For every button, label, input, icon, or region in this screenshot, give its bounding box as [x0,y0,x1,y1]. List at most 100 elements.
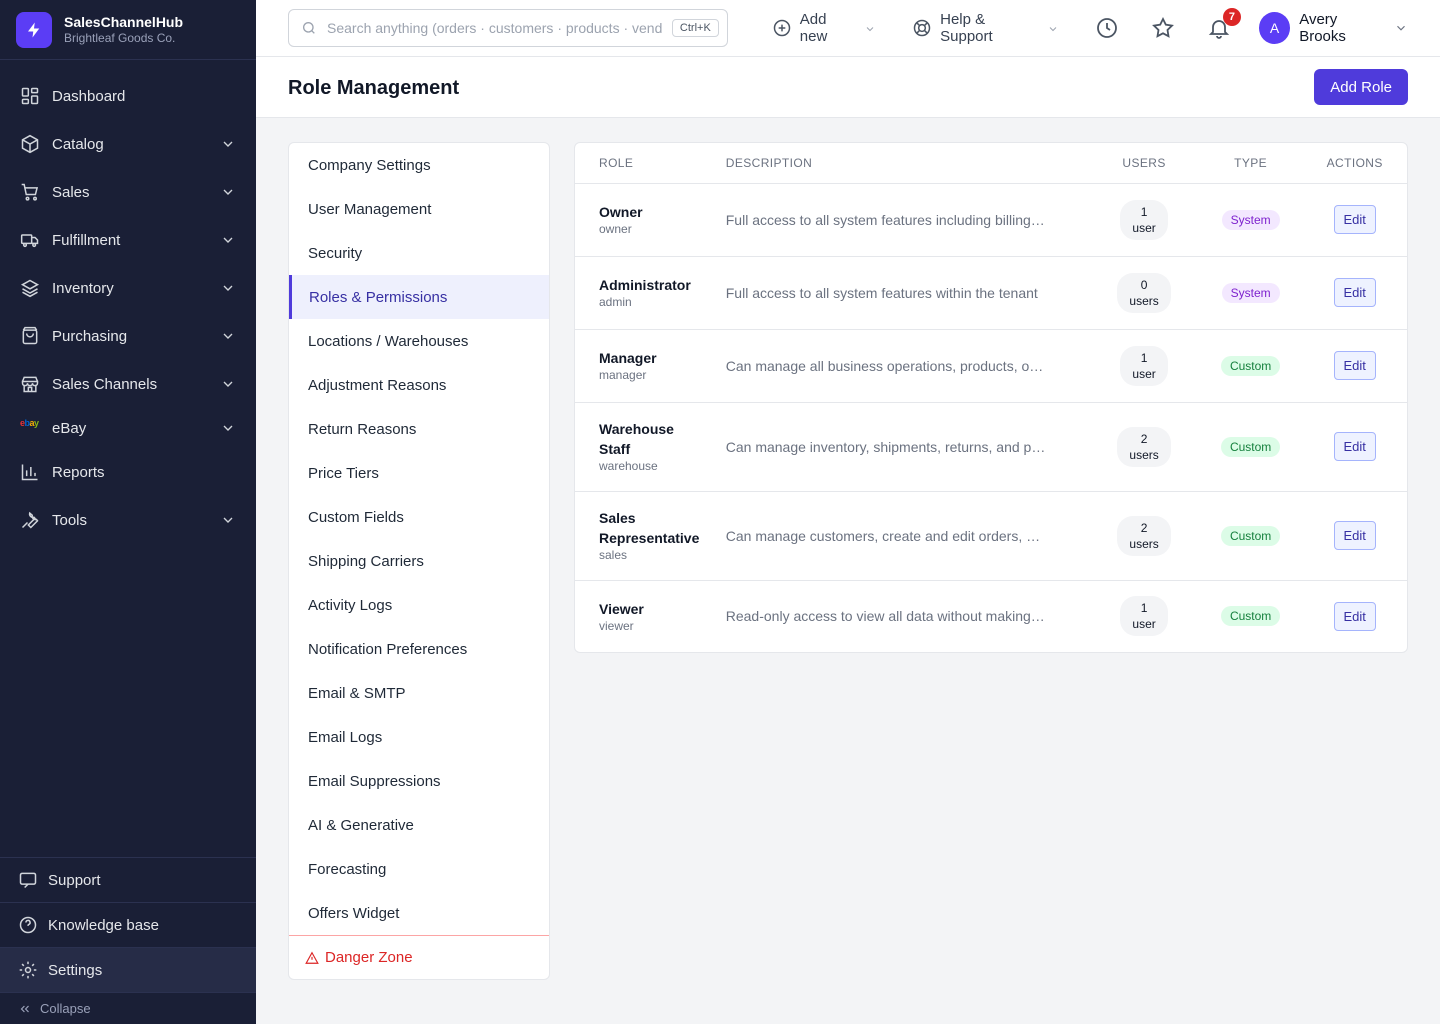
sidebar-item-catalog[interactable]: Catalog [0,120,256,168]
collapse-sidebar-button[interactable]: Collapse [0,992,256,1024]
user-menu[interactable]: A Avery Brooks [1258,11,1408,45]
chevrons-left-icon [18,1002,32,1016]
edit-role-button[interactable]: Edit [1333,601,1376,631]
sidebar-item-label: Reports [52,463,105,481]
sidebar-item-ebay[interactable]: ebay eBay [0,408,256,448]
chevron-down-icon [220,280,236,296]
sidebar-item-label: Support [48,871,101,889]
recent-history-button[interactable] [1095,16,1119,40]
role-name: Viewer [599,600,644,617]
chevron-down-icon [220,328,236,344]
role-name: Administrator [599,277,691,293]
table-row: Sales Representative sales Can manage cust… [575,491,1407,581]
settings-menu-item-ai-generative[interactable]: AI & Generative [289,803,549,847]
edit-role-button[interactable]: Edit [1333,205,1376,234]
sidebar-item-tools[interactable]: Tools [0,496,256,544]
search-icon [301,20,317,36]
sidebar-item-label: Tools [52,511,88,529]
chevron-down-icon [220,184,236,200]
help-support-button[interactable]: Help & Support [912,11,1059,45]
wrench-icon [20,510,40,530]
role-name: Owner [599,204,643,220]
sidebar-item-label: Fulfillment [52,231,121,249]
roles-table: ROLE DESCRIPTION USERS TYPE ACTIONS Owne… [575,143,1407,652]
settings-menu-item-locations-warehouses[interactable]: Locations / Warehouses [289,319,549,363]
search-shortcut: Ctrl+K [671,19,719,37]
chevron-down-icon [220,420,236,436]
search-input[interactable] [327,20,662,36]
sidebar-bottom: Support Knowledge base Settings Collapse [0,857,256,1024]
settings-menu-item-return-reasons[interactable]: Return Reasons [289,407,549,451]
danger-zone-label: Danger Zone [325,949,413,966]
bell-icon [1207,20,1231,43]
settings-menu-item-shipping-carriers[interactable]: Shipping Carriers [289,539,549,583]
bag-icon [20,326,40,346]
truck-icon [20,230,40,250]
sidebar-item-label: Settings [48,961,103,979]
edit-role-button[interactable]: Edit [1333,351,1376,380]
star-icon [1151,16,1175,43]
sidebar-item-label: Sales Channels [52,375,158,393]
sidebar-item-label: Sales [52,183,90,201]
sidebar-item-fulfillment[interactable]: Fulfillment [0,216,256,264]
global-search[interactable]: Ctrl+K [288,9,728,47]
settings-menu-item-price-tiers[interactable]: Price Tiers [289,451,549,495]
settings-menu-item-forecasting[interactable]: Forecasting [289,847,549,891]
sidebar-item-settings[interactable]: Settings [0,947,256,992]
help-circle-icon [18,915,38,935]
add-new-button[interactable]: Add new [772,11,876,45]
role-key: manager [599,368,647,382]
settings-menu-item-notification-preferences[interactable]: Notification Preferences [289,627,549,671]
notifications-button[interactable]: 7 [1207,8,1241,43]
settings-menu-item-user-management[interactable]: User Management [289,187,549,231]
settings-menu-item-offers-widget[interactable]: Offers Widget [289,891,549,935]
sidebar-item-support[interactable]: Support [0,857,256,902]
dashboard-icon [20,86,40,106]
sidebar: SalesChannelHub Brightleaf Goods Co. Das… [0,0,256,1024]
notification-count-badge: 7 [1222,8,1241,26]
users-count-badge: 1 user [1120,199,1168,240]
settings-menu-item-custom-fields[interactable]: Custom Fields [289,495,549,539]
ebay-logo: ebay [20,418,39,428]
sidebar-item-knowledge-base[interactable]: Knowledge base [0,902,256,947]
brand[interactable]: SalesChannelHub Brightleaf Goods Co. [0,0,256,60]
add-role-button[interactable]: Add Role [1314,69,1408,105]
edit-role-button[interactable]: Edit [1333,278,1376,307]
sidebar-item-purchasing[interactable]: Purchasing [0,312,256,360]
column-header-users: USERS [1089,143,1199,184]
sidebar-item-reports[interactable]: Reports [0,448,256,496]
role-type-badge: System [1221,209,1280,230]
users-count-badge: 2 users [1117,515,1171,556]
column-header-type: TYPE [1198,143,1303,184]
settings-menu-item-adjustment-reasons[interactable]: Adjustment Reasons [289,363,549,407]
brand-org: Brightleaf Goods Co. [64,30,176,45]
settings-menu: Company Settings User Management Securit… [288,142,550,980]
table-header-row: ROLE DESCRIPTION USERS TYPE ACTIONS [575,143,1407,184]
sidebar-item-inventory[interactable]: Inventory [0,264,256,312]
settings-menu-item-email-suppressions[interactable]: Email Suppressions [289,759,549,803]
page-title: Role Management [288,77,460,99]
settings-menu-item-roles-permissions[interactable]: Roles & Permissions [289,275,549,319]
sidebar-item-sales[interactable]: Sales [0,168,256,216]
sidebar-item-dashboard[interactable]: Dashboard [0,72,256,120]
collapse-label: Collapse [40,1001,91,1016]
lifebuoy-icon [912,18,932,38]
role-key: sales [599,548,628,562]
settings-menu-item-danger-zone[interactable]: Danger Zone [289,935,549,979]
settings-menu-item-email-logs[interactable]: Email Logs [289,715,549,759]
edit-role-button[interactable]: Edit [1333,432,1376,461]
edit-role-button[interactable]: Edit [1333,521,1376,550]
settings-menu-item-security[interactable]: Security [289,231,549,275]
sidebar-item-label: Catalog [52,135,104,153]
sidebar-item-sales-channels[interactable]: Sales Channels [0,360,256,408]
favorites-button[interactable] [1151,16,1175,40]
settings-menu-item-company-settings[interactable]: Company Settings [289,143,549,187]
chevron-down-icon [220,512,236,528]
role-key: admin [599,295,632,309]
page-header: Role Management Add Role [256,57,1440,118]
chevron-down-icon [1394,21,1408,35]
settings-menu-item-email-smtp[interactable]: Email & SMTP [289,671,549,715]
plus-circle-icon [772,18,792,38]
settings-menu-item-activity-logs[interactable]: Activity Logs [289,583,549,627]
role-description: Can manage inventory, shipments, returns… [725,438,1046,455]
